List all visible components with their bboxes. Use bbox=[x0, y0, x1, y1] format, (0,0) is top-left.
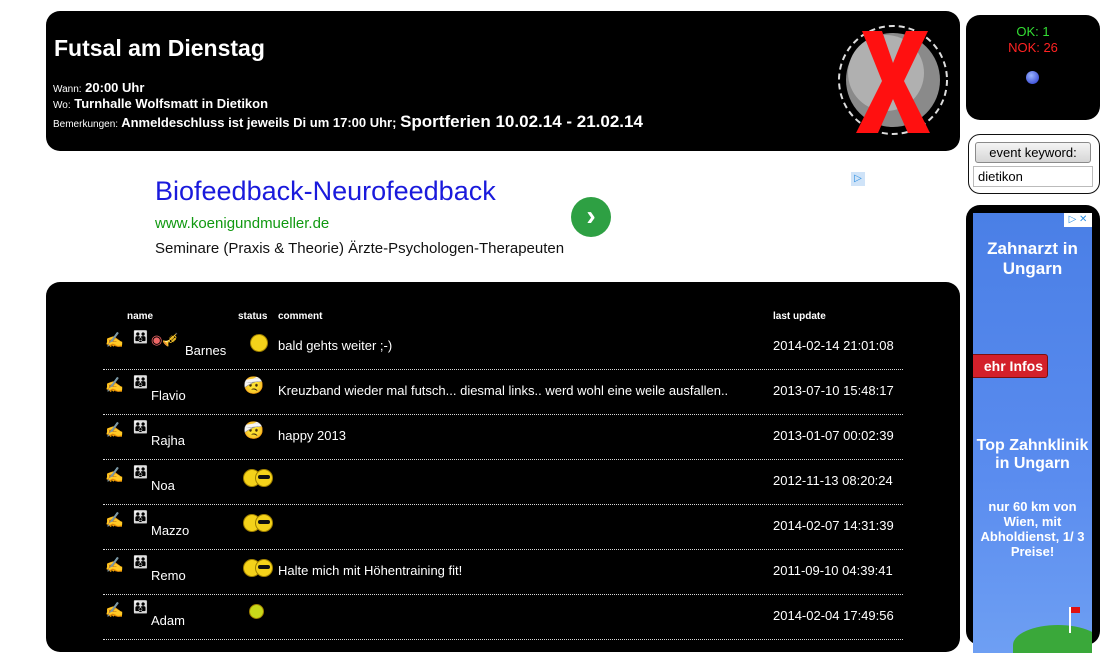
player-comment: happy 2013 bbox=[278, 428, 346, 443]
ad-choices-icon[interactable]: ▷ bbox=[851, 172, 865, 186]
col-header-status: status bbox=[238, 311, 268, 322]
people-icon[interactable]: 👪 bbox=[133, 465, 148, 479]
col-header-name: name bbox=[127, 311, 154, 322]
col-header-last-update: last update bbox=[773, 311, 826, 322]
edit-icon[interactable]: ✍ bbox=[105, 421, 124, 439]
edit-icon[interactable]: ✍ bbox=[105, 511, 124, 529]
table-row: ✍ 👪 Noa 2012-11-13 08:20:24 bbox=[103, 460, 903, 505]
table-row: ✍ 👪 Rajha 🤕 happy 2013 2013-01-07 00:02:… bbox=[103, 415, 903, 460]
ok-count: OK: 1 bbox=[1016, 24, 1050, 39]
table-row: ✍ 👪 Flavio 🤕 Kreuzband wieder mal futsch… bbox=[103, 370, 903, 415]
side-ad-more-button[interactable]: ehr Infos bbox=[973, 354, 1048, 378]
remarks-value: Anmeldeschluss ist jeweils Di um 17:00 U… bbox=[121, 115, 397, 130]
people-icon[interactable]: 👪 bbox=[133, 420, 148, 434]
edit-icon[interactable]: ✍ bbox=[105, 601, 124, 619]
time-value: 20:00 Uhr bbox=[85, 80, 145, 95]
status-happy-icon bbox=[243, 331, 277, 353]
edit-icon[interactable]: ✍ bbox=[105, 556, 124, 574]
last-update: 2014-02-07 14:31:39 bbox=[773, 518, 894, 533]
nok-count: NOK: 26 bbox=[1008, 40, 1058, 55]
time-label: Wann: bbox=[53, 84, 82, 95]
last-update: 2011-09-10 04:39:41 bbox=[773, 563, 893, 578]
ad-title-link[interactable]: Biofeedback-Neurofeedback bbox=[155, 176, 496, 207]
attendance-stats: OK: 1 NOK: 26 bbox=[966, 15, 1100, 120]
people-icon[interactable]: 👪 bbox=[133, 555, 148, 569]
last-update: 2013-07-10 15:48:17 bbox=[773, 383, 894, 398]
chevron-right-icon[interactable]: › bbox=[571, 197, 611, 237]
edit-icon[interactable]: ✍ bbox=[105, 376, 124, 394]
keyword-box: event keyword: bbox=[968, 134, 1100, 194]
table-row: ✍ 👪 ◉🎺 Barnes bald gehts weiter ;-) 2014… bbox=[103, 325, 903, 370]
remarks-label: Bemerkungen: bbox=[53, 119, 119, 130]
status-injured-icon: 🤕 bbox=[243, 421, 265, 440]
people-icon[interactable]: 👪 bbox=[133, 375, 148, 389]
player-name: Noa bbox=[151, 478, 175, 493]
table-row: ✍ 👪 Adam 2014-02-04 17:49:56 bbox=[103, 595, 903, 640]
location-value: Turnhalle Wolfsmatt in Dietikon bbox=[74, 96, 269, 111]
player-table: name status comment last update ✍ 👪 ◉🎺 B… bbox=[46, 282, 960, 652]
last-update: 2014-02-14 21:01:08 bbox=[773, 338, 894, 353]
time-row: Wann: 20:00 Uhr bbox=[53, 80, 144, 95]
side-ad-frame: ▷ ✕ Zahnarzt in Ungarn ehr Infos Top Zah… bbox=[966, 205, 1100, 653]
player-comment: bald gehts weiter ;-) bbox=[278, 338, 393, 353]
status-vacation-icon bbox=[243, 466, 277, 488]
status-injured-icon: 🤕 bbox=[243, 376, 265, 395]
ad-description: Seminare (Praxis & Theorie) Ärzte-Psycho… bbox=[155, 240, 565, 257]
table-row: ✍ 👪 Mazzo 2014-02-07 14:31:39 bbox=[103, 505, 903, 550]
player-comment: Halte mich mit Höhentraining fit! bbox=[278, 563, 463, 578]
event-keyword-input[interactable] bbox=[973, 166, 1093, 187]
top-ad[interactable]: Biofeedback-Neurofeedback www.koenigundm… bbox=[155, 170, 875, 270]
side-ad-headline2: Top Zahnklinik in Ungarn bbox=[976, 437, 1089, 472]
last-update: 2014-02-04 17:49:56 bbox=[773, 608, 894, 623]
player-name: Rajha bbox=[151, 433, 185, 448]
ad-url[interactable]: www.koenigundmueller.de bbox=[155, 215, 329, 232]
event-title: Futsal am Dienstag bbox=[54, 35, 265, 61]
player-name: Flavio bbox=[151, 388, 186, 403]
people-icon[interactable]: 👪 bbox=[133, 510, 148, 524]
status-vacation-icon bbox=[243, 511, 277, 533]
people-icon[interactable]: 👪 bbox=[133, 330, 148, 344]
side-ad-headline: Zahnarzt in Ungarn bbox=[987, 239, 1078, 278]
remarks-row: Bemerkungen: Anmeldeschluss ist jeweils … bbox=[53, 112, 643, 132]
ad-close-icon[interactable]: ▷ ✕ bbox=[1064, 213, 1092, 227]
side-ad-text: nur 60 km von Wien, mit Abholdienst, 1/ … bbox=[980, 499, 1085, 559]
golf-green-graphic bbox=[1013, 625, 1092, 653]
location-label: Wo: bbox=[53, 100, 71, 111]
side-ad[interactable]: ▷ ✕ Zahnarzt in Ungarn ehr Infos Top Zah… bbox=[973, 213, 1092, 653]
player-name: Barnes bbox=[185, 343, 227, 358]
event-keyword-button[interactable]: event keyword: bbox=[975, 142, 1091, 163]
remarks-highlight: Sportferien 10.02.14 - 21.02.14 bbox=[400, 112, 643, 131]
extras-icon: ◉🎺 bbox=[151, 332, 179, 347]
location-row: Wo: Turnhalle Wolfsmatt in Dietikon bbox=[53, 96, 268, 111]
table-row: ✍ 👪 Remo Halte mich mit Höhentraining fi… bbox=[103, 550, 903, 595]
last-update: 2012-11-13 08:20:24 bbox=[773, 473, 893, 488]
event-header: Futsal am Dienstag Wann: 20:00 Uhr Wo: T… bbox=[46, 11, 960, 151]
last-update: 2013-01-07 00:02:39 bbox=[773, 428, 894, 443]
status-ball-icon bbox=[243, 601, 277, 623]
golf-flag-icon bbox=[1071, 607, 1080, 613]
player-name: Adam bbox=[151, 613, 185, 628]
status-blob-icon bbox=[1026, 71, 1039, 84]
edit-icon[interactable]: ✍ bbox=[105, 466, 124, 484]
player-name: Mazzo bbox=[151, 523, 190, 538]
cancelled-x-icon bbox=[838, 25, 948, 135]
edit-icon[interactable]: ✍ bbox=[105, 331, 124, 349]
player-comment: Kreuzband wieder mal futsch... diesmal l… bbox=[278, 383, 729, 398]
col-header-comment: comment bbox=[278, 311, 323, 322]
people-icon[interactable]: 👪 bbox=[133, 600, 148, 614]
player-name: Remo bbox=[151, 568, 186, 583]
status-vacation-icon bbox=[243, 556, 277, 578]
